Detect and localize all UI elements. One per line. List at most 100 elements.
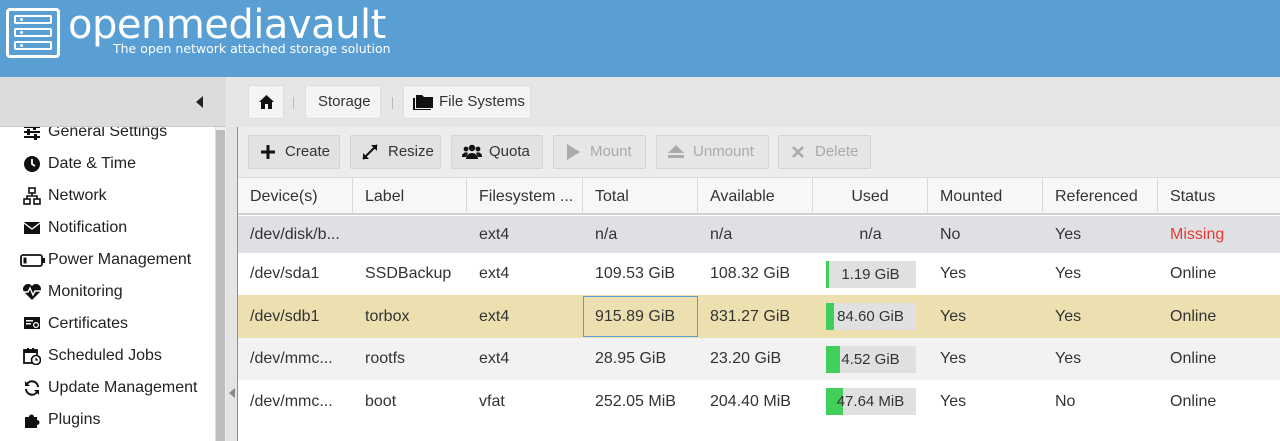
cell-status: Online [1170,265,1217,282]
create-button[interactable]: Create [248,135,340,169]
certificate-icon [22,315,42,335]
cell-fs: ext4 [479,350,510,367]
table-row[interactable]: /dev/disk/b... ext4 n/a n/a n/a No Yes M… [238,216,1280,253]
sidebar-item-certificates[interactable]: Certificates [0,309,214,341]
sidebar-item-label: Monitoring [48,283,123,300]
filesystems-grid: Device(s) Label Filesystem ... Total Ava… [238,177,1280,441]
cell-used: 84.60 GiB [813,295,928,338]
cell-status: Online [1170,307,1217,325]
resize-button[interactable]: Resize [350,135,441,169]
column-header-mounted[interactable]: Mounted [928,178,1043,215]
cell-device: /dev/disk/b... [250,225,340,243]
sidebar-item-label: Certificates [48,315,129,332]
network-icon [22,187,42,207]
brand-tagline: The open network attached storage soluti… [113,41,391,56]
column-header-devices[interactable]: Device(s) [238,178,353,215]
delete-button[interactable]: Delete [778,135,871,169]
used-progress-text: 1.19 GiB [841,265,900,283]
used-progress-bar: 84.60 GiB [825,303,916,330]
sidebar-item-label: Notification [48,219,128,236]
heartbeat-icon [22,283,42,303]
sidebar-item-network[interactable]: Network [0,181,214,213]
cell-available: n/a [710,225,733,243]
table-row-selected[interactable]: /dev/sdb1 torbox ext4 915.89 GiB 831.27 … [238,295,1280,338]
sidebar-header [0,77,226,127]
used-progress-text: 4.52 GiB [841,350,900,368]
cell-label: SSDBackup [365,265,452,282]
plus-icon [259,136,277,171]
column-header-label[interactable]: Label [353,178,467,215]
used-progress-bar: 1.19 GiB [825,260,916,288]
play-icon [564,136,582,172]
cell-total: n/a [595,225,618,243]
sidebar-item-general-settings[interactable]: General Settings [0,127,214,149]
breadcrumb-filesystems[interactable]: File Systems [403,85,531,119]
sidebar-item-update-management[interactable]: Update Management [0,373,214,405]
sidebar-item-plugins[interactable]: Plugins [0,405,214,437]
breadcrumb: Storage File Systems [226,77,1280,127]
column-header-total[interactable]: Total [583,178,698,215]
sliders-icon [22,127,42,143]
cell-device: /dev/sda1 [250,265,320,282]
cell-used: n/a [859,225,882,243]
sidebar-scrollbar-thumb[interactable] [216,130,225,441]
cell-total: 28.95 GiB [595,350,667,367]
resize-arrows-icon [361,136,379,172]
cell-total: 252.05 MiB [595,392,676,410]
sidebar-item-notification[interactable]: Notification [0,213,214,245]
table-row[interactable]: /dev/mmc... rootfs ext4 28.95 GiB 23.20 … [238,338,1280,380]
unmount-button[interactable]: Unmount [656,135,769,169]
table-row[interactable]: /dev/mmc... boot vfat 252.05 MiB 204.40 … [238,380,1280,423]
cell-device: /dev/sdb1 [250,307,320,325]
used-progress-text: 47.64 MiB [836,393,905,410]
cell-status: Online [1170,350,1217,367]
sidebar-item-label: Scheduled Jobs [48,347,162,364]
column-header-status[interactable]: Status [1158,178,1280,215]
column-header-referenced[interactable]: Referenced [1043,178,1158,215]
cell-available: 108.32 GiB [710,265,791,282]
refresh-icon [22,379,42,399]
quota-button[interactable]: Quota [451,135,543,169]
cell-total: 109.53 GiB [595,265,676,282]
cell-mounted: Yes [940,307,967,325]
used-progress-text: 84.60 GiB [837,308,904,325]
cell-available: 831.27 GiB [710,307,791,325]
cell-label: torbox [365,307,410,325]
close-icon [789,136,807,170]
column-header-used[interactable]: Used [813,178,928,215]
breadcrumb-home[interactable] [248,85,284,119]
splitter-collapse-icon[interactable] [229,388,235,398]
breadcrumb-storage[interactable]: Storage [305,85,381,119]
app-header: openmediavault The open network attached… [0,0,1280,77]
sidebar-item-power-management[interactable]: Power Management [0,245,214,277]
cell-fs: ext4 [479,307,510,325]
cell-referenced: No [1055,392,1076,410]
sidebar-item-monitoring[interactable]: Monitoring [0,277,214,309]
sidebar-nav: General Settings Date & Time Network Not… [0,127,226,441]
cell-total-focused[interactable]: 915.89 GiB [583,296,698,337]
cell-used: 47.64 MiB [813,380,928,423]
sidebar-item-label: Update Management [48,379,198,396]
cell-referenced: Yes [1055,225,1082,243]
column-header-available[interactable]: Available [698,178,813,215]
cell-available: 23.20 GiB [710,350,782,367]
eject-icon [667,136,685,171]
home-icon [259,95,274,109]
clock-icon [22,155,42,175]
sidebar-item-label: Date & Time [48,155,137,172]
envelope-icon [22,219,42,239]
column-header-filesystem[interactable]: Filesystem ... [467,178,583,215]
sidebar-item-label: General Settings [48,127,168,140]
toolbar: Create Resize Quota Mount Unmount Delete [238,127,1280,177]
sidebar-item-date-time[interactable]: Date & Time [0,149,214,181]
cell-status: Missing [1170,225,1225,243]
mount-button[interactable]: Mount [553,135,646,169]
cell-mounted: Yes [940,265,967,282]
cell-referenced: Yes [1055,265,1082,282]
table-row[interactable]: /dev/sda1 SSDBackup ext4 109.53 GiB 108.… [238,253,1280,295]
cell-mounted: No [940,225,961,243]
cell-referenced: Yes [1055,350,1082,367]
collapse-sidebar-icon[interactable] [196,96,203,108]
sidebar-item-scheduled-jobs[interactable]: Scheduled Jobs [0,341,214,373]
cell-available: 204.40 MiB [710,392,791,410]
